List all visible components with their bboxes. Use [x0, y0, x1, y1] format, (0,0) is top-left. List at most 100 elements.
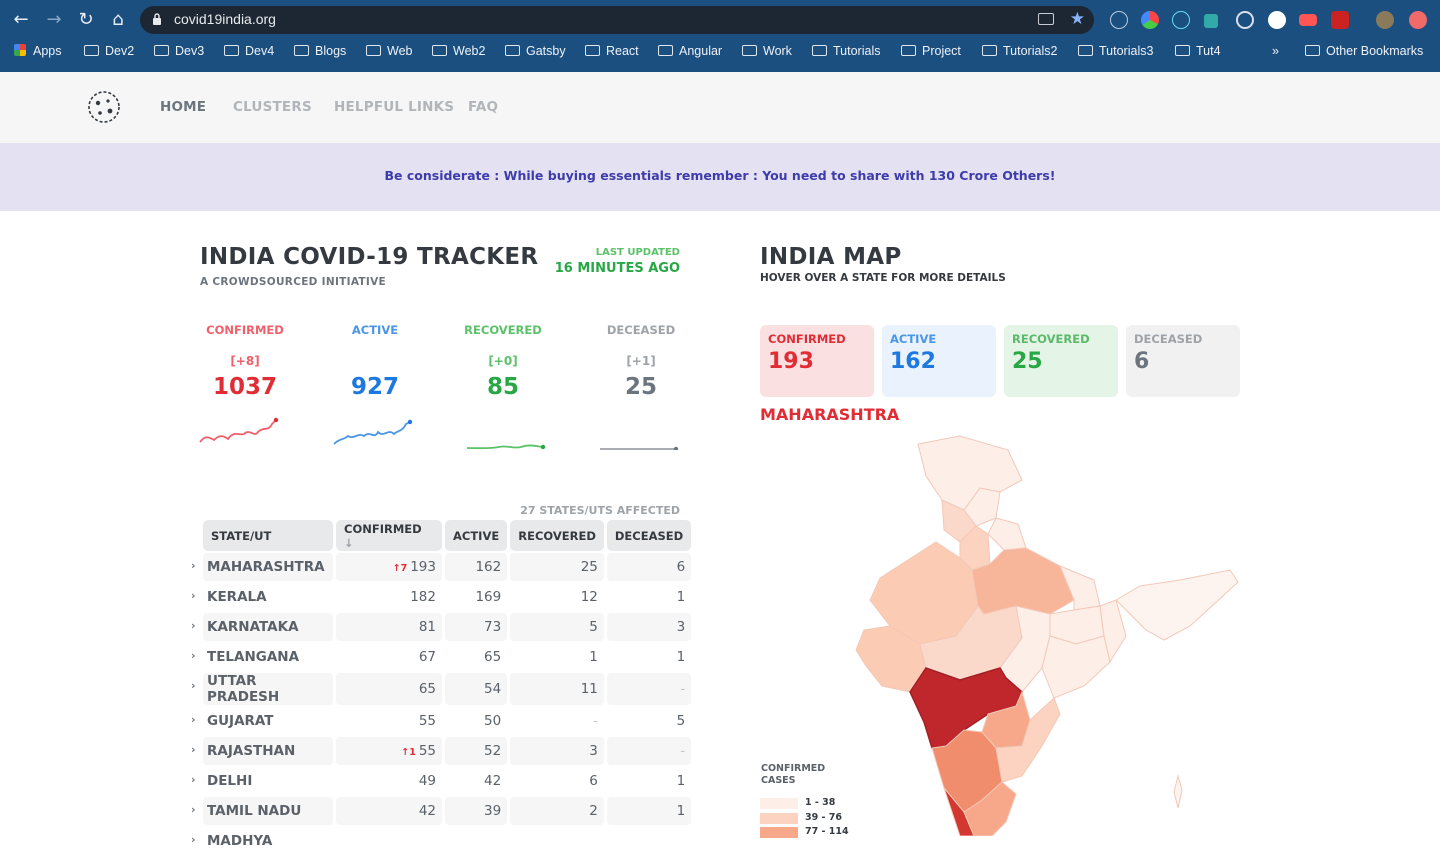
page-title: INDIA COVID-19 TRACKER	[200, 244, 539, 270]
bookmark-folder[interactable]: Work	[742, 44, 792, 62]
state-name: › TELANGANA	[191, 649, 300, 665]
column-header-state[interactable]: STATE/UT	[203, 520, 333, 551]
cast-icon[interactable]	[1038, 13, 1054, 25]
table-row[interactable]: › RAJASTHAN ↑1 55 52 3 -	[191, 737, 692, 765]
other-bookmarks[interactable]: Other Bookmarks	[1305, 44, 1423, 62]
bookmark-folder[interactable]: Dev4	[224, 44, 274, 62]
last-updated-label: LAST UPDATED	[595, 247, 680, 258]
state-name: › TAMIL NADU	[191, 797, 333, 825]
bookmark-star-icon[interactable]: ★	[1070, 9, 1085, 29]
bookmark-apps[interactable]: Apps	[14, 44, 62, 62]
bookmark-folder[interactable]: Dev2	[84, 44, 134, 62]
bookmark-folder[interactable]: Tut4	[1175, 44, 1221, 62]
nav-faq[interactable]: FAQ	[468, 99, 498, 115]
bookmark-folder[interactable]: Tutorials	[812, 44, 880, 62]
confirmed-cell: 65	[336, 673, 442, 705]
bookmark-folder[interactable]: Angular	[658, 44, 722, 62]
map-stat-value: 25	[1012, 349, 1043, 374]
profile-avatar[interactable]	[1376, 11, 1394, 29]
selected-state-name: MAHARASHTRA	[760, 405, 900, 424]
chevron-right-icon[interactable]: ›	[191, 619, 196, 632]
table-row[interactable]: › KERALA 182 169 12 1	[191, 583, 691, 611]
extension-tool-icon[interactable]	[1204, 14, 1218, 28]
deceased-cell: 1	[676, 773, 686, 789]
chevron-right-icon[interactable]: ›	[191, 803, 196, 816]
chevron-right-icon[interactable]: ›	[191, 649, 196, 662]
color-picker-extension-icon[interactable]	[1141, 11, 1159, 29]
target-extension-icon[interactable]	[1236, 11, 1254, 29]
bookmark-folder[interactable]: Blogs	[294, 44, 346, 62]
deceased-cell: 1	[606, 797, 692, 825]
virus-logo-icon[interactable]	[86, 89, 122, 125]
bookmark-folder[interactable]: Dev3	[154, 44, 204, 62]
recovered-cell	[510, 827, 604, 855]
extension-icon[interactable]	[1110, 11, 1128, 29]
table-row[interactable]: › KARNATAKA 81 73 5 3	[191, 613, 692, 641]
bookmark-folder[interactable]: Web	[366, 44, 412, 62]
deceased-cell: 3	[606, 613, 692, 641]
forward-icon[interactable]: →	[43, 9, 65, 31]
site-navbar: HOME CLUSTERS HELPFUL LINKS FAQ	[0, 72, 1440, 143]
legend-swatch	[760, 813, 798, 824]
chevron-right-icon[interactable]: ›	[191, 679, 196, 692]
nav-home[interactable]: HOME	[160, 99, 206, 115]
map-stat-confirmed: CONFIRMED 193	[760, 325, 874, 397]
state-name: › DELHI	[191, 773, 253, 789]
state-name: › MADHYA	[191, 833, 273, 849]
nav-helpful-links[interactable]: HELPFUL LINKS	[334, 99, 454, 115]
level-delta	[310, 354, 440, 368]
map-stat-label: CONFIRMED	[768, 332, 846, 346]
column-header-confirmed[interactable]: CONFIRMED ↓	[336, 520, 442, 551]
chevron-right-icon[interactable]: ›	[191, 589, 196, 602]
active-cell: 52	[445, 737, 508, 765]
chevron-right-icon[interactable]: ›	[191, 773, 196, 786]
update-icon[interactable]	[1409, 11, 1427, 29]
record-extension-icon[interactable]	[1299, 14, 1317, 26]
table-row[interactable]: › TELANGANA 67 65 1 1	[191, 643, 691, 671]
recovered-cell: -	[593, 713, 598, 729]
back-icon[interactable]: ←	[10, 9, 32, 31]
ruby-extension-icon[interactable]	[1331, 11, 1349, 29]
chevron-right-icon[interactable]: ›	[191, 713, 196, 726]
react-devtools-icon[interactable]	[1172, 11, 1190, 29]
states-table: STATE/UT CONFIRMED ↓ ACTIVE RECOVERED DE…	[191, 518, 694, 857]
column-header-active[interactable]: ACTIVE	[445, 520, 508, 551]
table-row[interactable]: › TAMIL NADU 42 39 2 1	[191, 797, 692, 825]
column-header-recovered[interactable]: RECOVERED	[510, 520, 604, 551]
level-label: CONFIRMED	[206, 323, 284, 337]
bookmark-folder[interactable]: Project	[901, 44, 961, 62]
recovered-cell: 2	[510, 797, 604, 825]
chevron-right-icon[interactable]: ›	[191, 559, 196, 572]
recovered-cell: 25	[510, 553, 604, 581]
state-name: › KERALA	[191, 589, 267, 605]
india-map[interactable]	[760, 430, 1240, 836]
extension-h-icon[interactable]	[1268, 11, 1286, 29]
table-row[interactable]: › GUJARAT 55 50 - 5	[191, 707, 691, 735]
folder-icon	[812, 45, 827, 56]
folder-icon	[982, 45, 997, 56]
active-cell: 162	[445, 553, 508, 581]
address-bar[interactable]: covid19india.org ★	[140, 6, 1094, 34]
bookmark-folder[interactable]: Web2	[432, 44, 485, 62]
column-header-deceased[interactable]: DECEASED	[606, 520, 692, 551]
table-row[interactable]: › MADHYA	[191, 827, 691, 855]
table-row[interactable]: › MAHARASHTRA ↑7 193 162 25 6	[191, 553, 692, 581]
table-row[interactable]: › DELHI 49 42 6 1	[191, 767, 691, 795]
nav-clusters[interactable]: CLUSTERS	[233, 99, 312, 115]
chevron-right-icon[interactable]: ›	[191, 743, 196, 756]
level-confirmed: CONFIRMED [+8] 1037	[180, 323, 310, 400]
deceased-cell: 1	[676, 649, 686, 665]
notice-banner: Be considerate : While buying essentials…	[0, 143, 1440, 211]
bookmark-folder[interactable]: Gatsby	[505, 44, 566, 62]
bookmark-folder[interactable]: Tutorials3	[1078, 44, 1153, 62]
bookmark-folder[interactable]: React	[585, 44, 639, 62]
browser-toolbar: ← → ↻ ⌂ covid19india.org ★	[0, 0, 1440, 40]
level-value: 25	[624, 374, 657, 400]
home-icon[interactable]: ⌂	[107, 9, 129, 31]
reload-icon[interactable]: ↻	[75, 9, 97, 31]
table-row[interactable]: › UTTAR PRADESH 65 54 11 -	[191, 673, 692, 705]
bookmarks-overflow-button[interactable]: »	[1272, 44, 1279, 62]
folder-icon	[1305, 45, 1320, 56]
bookmark-folder[interactable]: Tutorials2	[982, 44, 1057, 62]
chevron-right-icon[interactable]: ›	[191, 833, 196, 846]
